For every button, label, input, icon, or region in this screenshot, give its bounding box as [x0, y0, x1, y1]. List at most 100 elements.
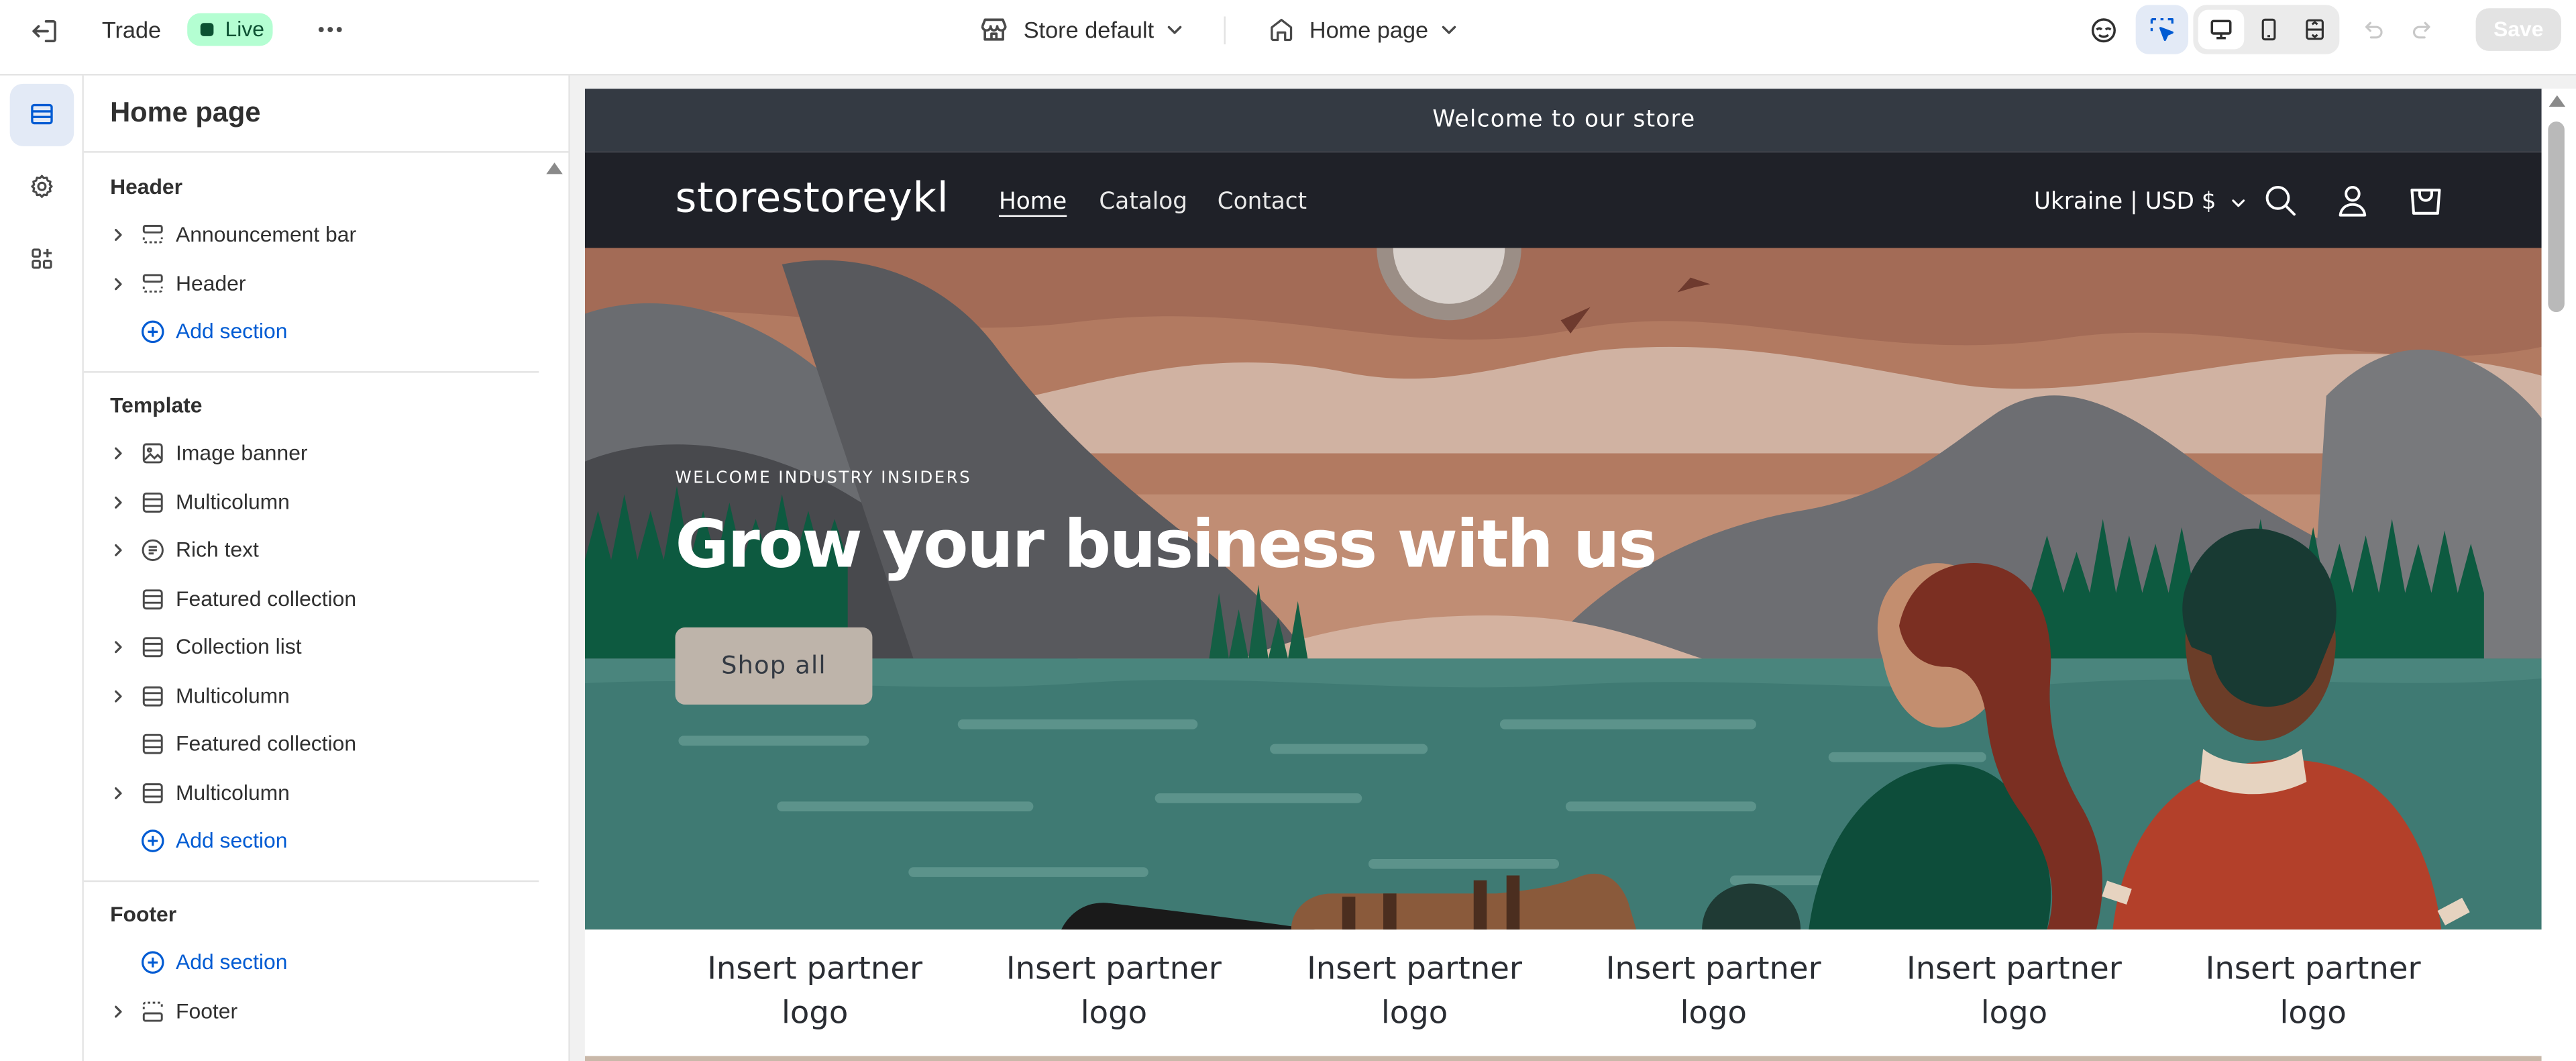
- section-row-featured-collection[interactable]: Featured collection: [110, 576, 541, 623]
- cart-icon[interactable]: [2407, 181, 2445, 218]
- add-section-button-footer[interactable]: Add section: [110, 940, 541, 986]
- partner-logo-placeholder: Insert partner logo: [2205, 951, 2421, 1031]
- section-row-featured-collection[interactable]: Featured collection: [110, 721, 541, 767]
- sections-icon: [28, 100, 56, 128]
- desktop-icon: [2208, 16, 2234, 42]
- section-row-announcement-bar[interactable]: Announcement bar: [110, 212, 541, 258]
- section-label: Multicolumn: [176, 780, 290, 805]
- divider: [83, 880, 539, 882]
- rail-apps-button[interactable]: [10, 228, 74, 291]
- chevron-right-icon[interactable]: [110, 688, 126, 704]
- plus-circle-icon: [140, 319, 166, 345]
- section-label: Rich text: [176, 537, 259, 562]
- partner-logo-placeholder: Insert partner logo: [1307, 951, 1523, 1031]
- save-button[interactable]: Save: [2475, 8, 2561, 51]
- announcement-bar[interactable]: Welcome to our store: [584, 89, 2544, 152]
- mobile-view-button[interactable]: [2247, 10, 2290, 50]
- divider: [1224, 16, 1226, 45]
- section-label: Multicolumn: [176, 489, 290, 515]
- chevron-down-icon: [2229, 193, 2247, 211]
- add-section-label: Add section: [176, 827, 288, 853]
- section-row-multicolumn[interactable]: Multicolumn: [110, 480, 541, 526]
- sections-panel: Home page Header Announcement bar Header…: [83, 75, 570, 1061]
- app-name: Trade: [101, 16, 162, 43]
- exit-icon[interactable]: [28, 15, 61, 48]
- panel-title: Home page: [110, 97, 261, 128]
- mobile-icon: [2255, 16, 2282, 42]
- expand-icon: [2302, 16, 2328, 42]
- settings-icon: [28, 172, 56, 201]
- rail-settings-button[interactable]: [10, 156, 74, 219]
- chevron-right-icon[interactable]: [110, 227, 126, 243]
- scrollbar-thumb[interactable]: [2548, 121, 2565, 313]
- home-icon: [1267, 15, 1296, 44]
- image-banner[interactable]: WELCOME INDUSTRY INSIDERS Grow your busi…: [584, 248, 2544, 930]
- chevron-down-icon: [1165, 19, 1185, 39]
- section-row-multicolumn[interactable]: Multicolumn: [110, 770, 541, 817]
- chevron-right-icon[interactable]: [110, 495, 126, 511]
- locale-selector[interactable]: Ukraine | USD $: [2034, 186, 2247, 219]
- select-cursor-icon: [2147, 15, 2177, 44]
- account-icon[interactable]: [2334, 183, 2371, 219]
- text-block-icon: [140, 537, 166, 563]
- store-icon: [977, 13, 1010, 46]
- partner-logo-placeholder: Insert partner logo: [1605, 951, 1821, 1031]
- fullscreen-view-button[interactable]: [2294, 10, 2337, 50]
- nav-catalog[interactable]: Catalog: [1099, 187, 1187, 217]
- inspector-toggle[interactable]: [2135, 5, 2189, 54]
- shop-all-button[interactable]: Shop all: [675, 627, 873, 705]
- section-label: Image banner: [176, 440, 308, 465]
- add-section-label: Add section: [176, 949, 288, 974]
- preview-scrollbar[interactable]: [2541, 89, 2576, 1061]
- redo-icon[interactable]: [2410, 16, 2436, 42]
- more-horizontal-icon[interactable]: [314, 13, 347, 46]
- section-label: Header: [176, 270, 246, 296]
- hero-illustration: [584, 248, 2544, 930]
- chevron-right-icon[interactable]: [110, 542, 126, 558]
- section-row-header[interactable]: Header: [110, 261, 541, 307]
- section-row-rich-text[interactable]: Rich text: [110, 527, 541, 574]
- scroll-up-icon[interactable]: [545, 161, 564, 176]
- layout-section-icon: [140, 221, 166, 248]
- chevron-right-icon[interactable]: [110, 785, 126, 801]
- viewport-switcher: [2193, 5, 2340, 54]
- section-label: Featured collection: [176, 731, 357, 756]
- section-row-footer[interactable]: Footer: [110, 989, 541, 1035]
- layout-section-icon: [140, 780, 166, 807]
- store-logo[interactable]: storestoreykl: [676, 172, 949, 225]
- locale-label: Ukraine | USD $: [2033, 189, 2216, 215]
- add-section-button-header[interactable]: Add section: [110, 309, 541, 355]
- layout-section-icon: [140, 634, 166, 660]
- store-preview: Welcome to our store storestoreykl Home …: [570, 75, 2576, 1061]
- section-row-image-banner[interactable]: Image banner: [110, 430, 541, 476]
- add-section-button-template[interactable]: Add section: [110, 818, 541, 864]
- partner-logo-placeholder: Insert partner logo: [1006, 951, 1222, 1031]
- hero-kicker: WELCOME INDUSTRY INSIDERS: [675, 469, 972, 488]
- section-row-multicolumn[interactable]: Multicolumn: [110, 673, 541, 719]
- chevron-right-icon[interactable]: [110, 445, 126, 461]
- layout-section-icon: [140, 587, 166, 613]
- scroll-up-arrow-icon[interactable]: [2548, 94, 2566, 109]
- page-selector[interactable]: Home page: [1267, 13, 1459, 46]
- store-header: storestoreykl Home Catalog Contact Ukrai…: [584, 151, 2544, 248]
- group-heading-template: Template: [110, 392, 203, 417]
- section-label: Footer: [176, 999, 238, 1023]
- apps-icon: [28, 245, 56, 273]
- desktop-view-button[interactable]: [2198, 9, 2245, 50]
- undo-icon[interactable]: [2359, 16, 2385, 42]
- nav-contact[interactable]: Contact: [1218, 187, 1307, 217]
- search-icon[interactable]: [2262, 183, 2298, 219]
- section-row-collection-list[interactable]: Collection list: [110, 624, 541, 670]
- layout-section-icon: [140, 489, 166, 515]
- chevron-right-icon[interactable]: [110, 276, 126, 292]
- layout-section-icon: [140, 683, 166, 709]
- chevron-right-icon[interactable]: [110, 639, 126, 655]
- accessibility-icon[interactable]: [2088, 15, 2120, 46]
- storefront-frame[interactable]: Welcome to our store storestoreykl Home …: [584, 89, 2544, 1061]
- layout-section-icon: [140, 999, 166, 1025]
- status-dot: [200, 23, 214, 36]
- chevron-right-icon[interactable]: [110, 1003, 126, 1019]
- rail-sections-button[interactable]: [9, 83, 74, 146]
- store-selector[interactable]: Store default: [977, 13, 1185, 46]
- nav-home[interactable]: Home: [999, 187, 1067, 217]
